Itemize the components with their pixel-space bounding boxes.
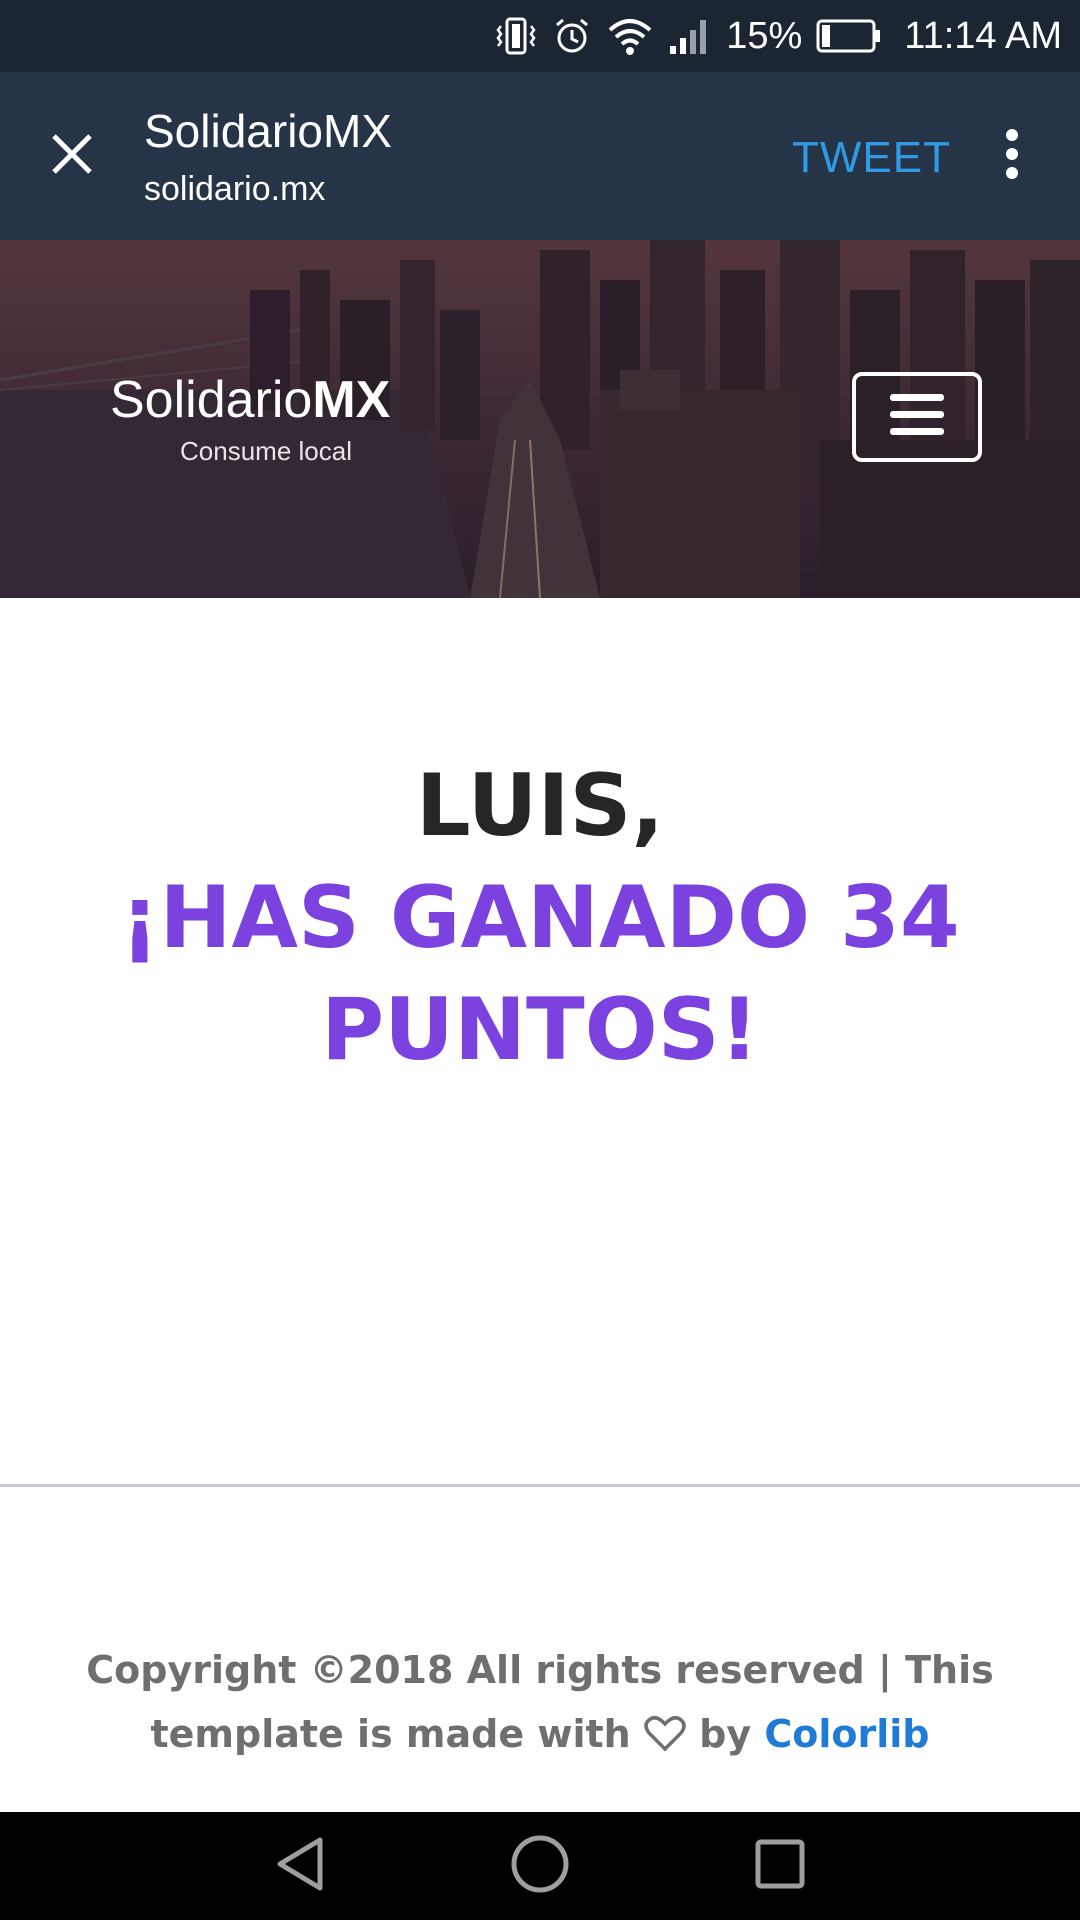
credit-text: template is made with xyxy=(150,1712,631,1756)
menu-toggle-button[interactable] xyxy=(852,372,982,462)
logo-bold-text: MX xyxy=(312,371,391,429)
battery-percent: 15% xyxy=(726,14,803,57)
back-button[interactable] xyxy=(264,1830,336,1902)
browser-toolbar: SolidarioMX solidario.mx TWEET xyxy=(0,72,1080,240)
footer: Copyright ©2018 All rights reserved | Th… xyxy=(0,1638,1080,1766)
footer-divider xyxy=(0,1484,1080,1487)
back-triangle-icon xyxy=(274,1836,326,1897)
user-name-heading: LUIS, xyxy=(415,756,665,856)
points-message: LUIS, ¡HAS GANADO 34 PUNTOS! xyxy=(0,750,1080,1086)
tweet-button[interactable]: TWEET xyxy=(792,132,951,184)
clock: 11:14 AM xyxy=(904,14,1062,57)
heart-icon xyxy=(644,1712,686,1756)
vibrate-icon xyxy=(494,16,538,56)
close-button[interactable] xyxy=(36,120,108,192)
alarm-icon xyxy=(552,16,592,56)
home-circle-icon xyxy=(510,1834,570,1899)
points-earned-heading: ¡HAS GANADO 34 PUNTOS! xyxy=(120,868,960,1080)
signal-icon xyxy=(668,16,712,56)
logo-tagline: Consume local xyxy=(180,436,352,466)
copyright-text: Copyright ©2018 All rights reserved | Th… xyxy=(86,1648,994,1692)
system-nav-bar xyxy=(0,1812,1080,1920)
battery-icon xyxy=(816,18,882,54)
site-logo[interactable]: SolidarioMX xyxy=(110,370,390,430)
close-icon xyxy=(50,132,94,181)
colorlib-link[interactable]: Colorlib xyxy=(764,1712,929,1756)
logo-regular-text: Solidario xyxy=(110,371,313,429)
page-url: solidario.mx xyxy=(144,170,326,208)
credit-by-text: by xyxy=(699,1712,752,1756)
more-options-button[interactable] xyxy=(980,124,1044,188)
recents-square-icon xyxy=(754,1838,806,1895)
more-vert-icon xyxy=(1004,128,1020,185)
status-icons: 15% 11:14 AM xyxy=(494,0,1062,72)
page-title: SolidarioMX xyxy=(144,105,392,157)
home-button[interactable] xyxy=(504,1830,576,1902)
credit-line: template is made with by Colorlib xyxy=(0,1702,1080,1766)
wifi-icon xyxy=(606,16,654,56)
status-bar: 15% 11:14 AM xyxy=(0,0,1080,72)
recents-button[interactable] xyxy=(744,1830,816,1902)
hamburger-icon xyxy=(890,393,944,441)
